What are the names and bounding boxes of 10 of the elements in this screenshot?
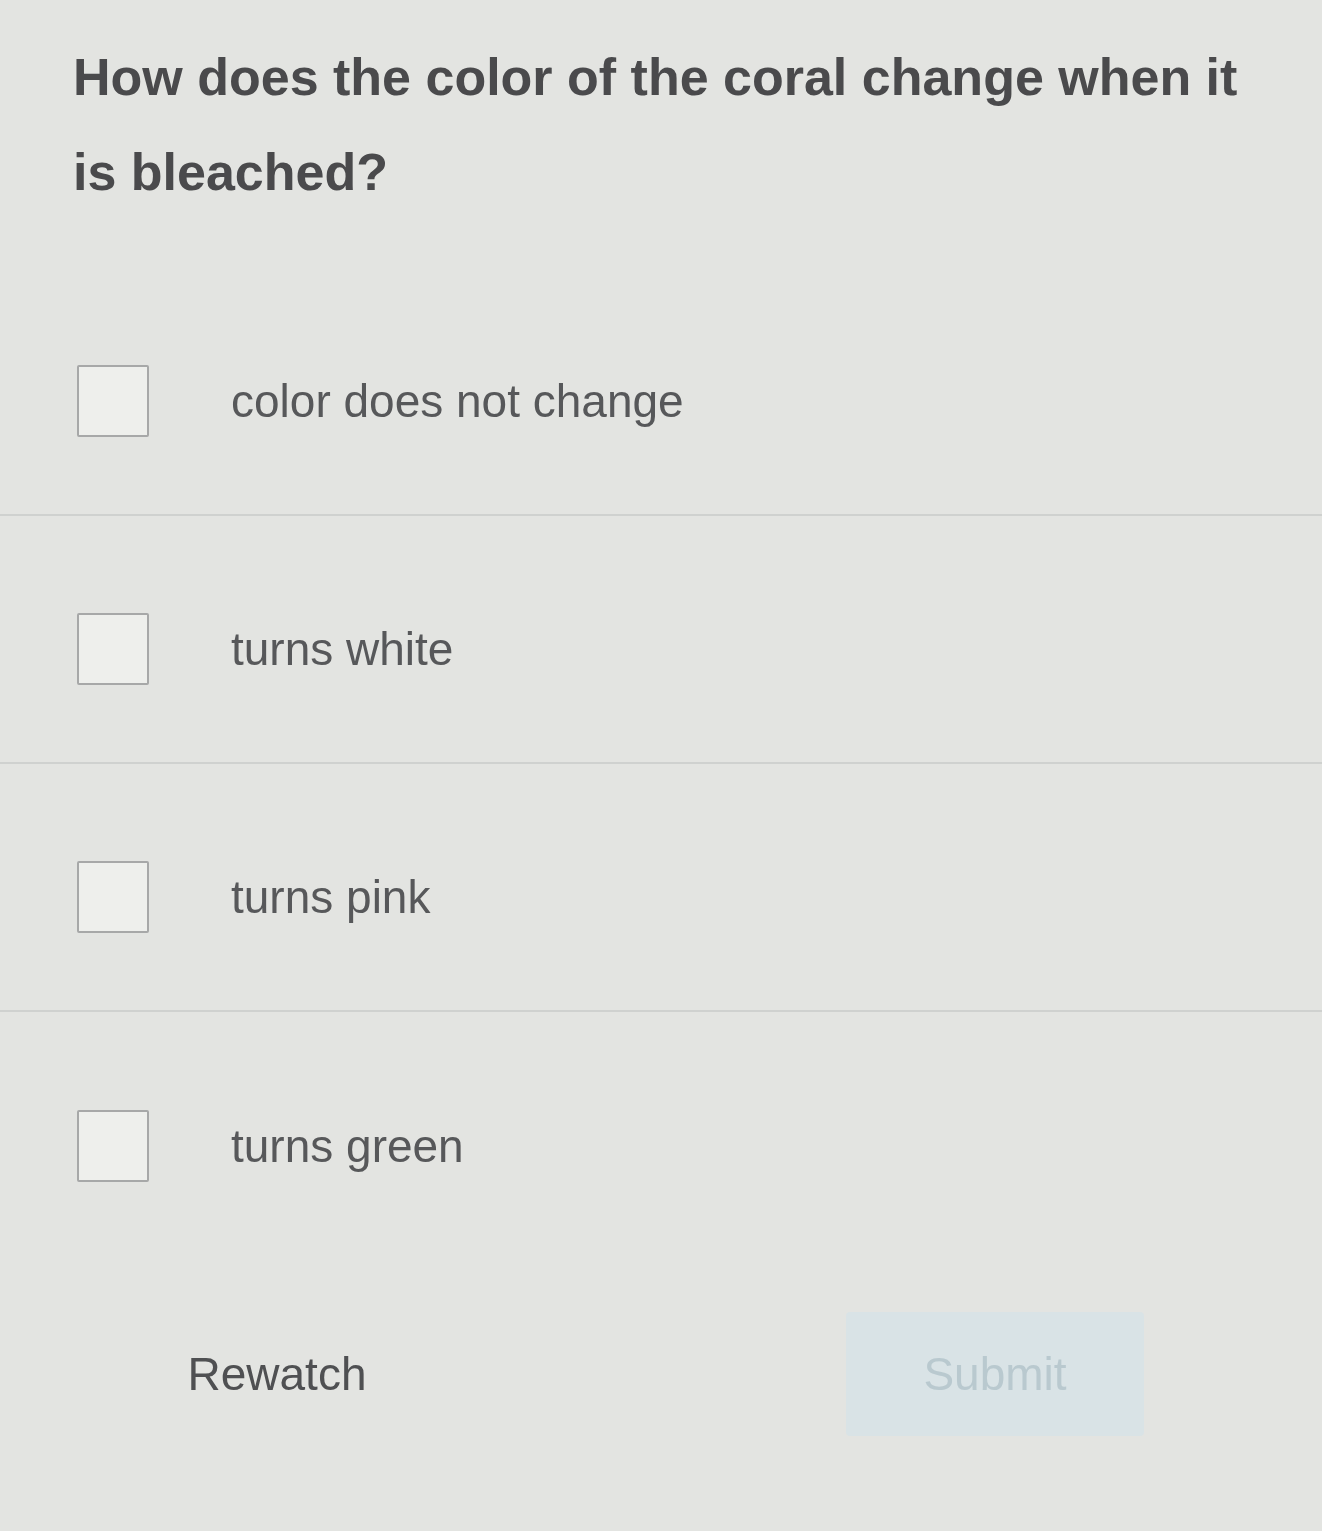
checkbox[interactable] <box>77 613 149 685</box>
checkbox[interactable] <box>77 1110 149 1182</box>
checkbox[interactable] <box>77 365 149 437</box>
option-label[interactable]: turns white <box>231 622 454 676</box>
option-label[interactable]: turns green <box>231 1119 464 1173</box>
question-text: How does the color of the coral change when it is bleached? <box>73 47 1239 203</box>
option-label[interactable]: color does not change <box>231 374 684 428</box>
checkbox[interactable] <box>77 861 149 933</box>
rewatch-button[interactable]: Rewatch <box>128 1312 426 1436</box>
option-label[interactable]: turns pink <box>231 870 431 924</box>
